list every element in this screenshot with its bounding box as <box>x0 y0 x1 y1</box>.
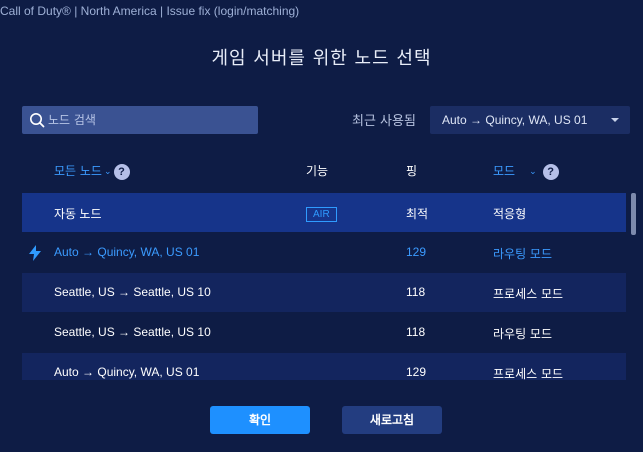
confirm-button[interactable]: 확인 <box>210 406 310 434</box>
row-node: Seattle, US → Seattle, US 10 <box>54 325 211 339</box>
table-row[interactable]: Auto → Quincy, WA, US 01 129 프로세스 모드 <box>22 353 626 380</box>
table-row[interactable]: Seattle, US → Seattle, US 10 118 라우팅 모드 <box>22 313 626 352</box>
row-ping: 118 <box>406 325 426 339</box>
row-node: 자동 노드 <box>54 207 102 221</box>
chevron-down-icon: ⌄ <box>529 166 537 177</box>
row-mode: 적응형 <box>493 207 527 221</box>
caret-down-icon <box>611 118 619 122</box>
row-mode: 라우팅 모드 <box>493 327 553 341</box>
row-mode: 라우팅 모드 <box>493 247 553 261</box>
help-icon[interactable]: ? <box>113 163 130 180</box>
recent-label: 최근 사용됨 <box>352 114 416 129</box>
column-mode-header[interactable]: 모드 ⌄? <box>493 162 559 180</box>
row-ping: 129 <box>406 245 427 259</box>
column-mode-label: 모드 <box>493 164 516 178</box>
row-mode: 프로세스 모드 <box>493 367 564 380</box>
scrollbar[interactable] <box>631 193 636 235</box>
help-icon[interactable]: ? <box>542 163 559 180</box>
recent-dropdown-value: Auto → Quincy, WA, US 01 <box>442 113 588 127</box>
window-title: Call of Duty® | North America | Issue fi… <box>0 4 300 18</box>
row-mode: 프로세스 모드 <box>493 287 564 301</box>
lightning-icon <box>29 245 41 261</box>
table-row-auto-node[interactable]: 자동 노드 AIR 최적 적응형 <box>22 193 626 232</box>
chevron-down-icon: ⌄ <box>103 166 112 177</box>
column-feature-header: 기능 <box>306 164 329 178</box>
column-node-label: 모든 노드 <box>54 164 102 178</box>
recent-dropdown[interactable]: Auto → Quincy, WA, US 01 <box>430 106 630 134</box>
search-input[interactable] <box>48 106 248 134</box>
search-icon <box>30 113 45 128</box>
table-row-active[interactable]: Auto → Quincy, WA, US 01 129 라우팅 모드 <box>22 233 626 272</box>
row-ping: 118 <box>406 285 426 299</box>
page-title: 게임 서버를 위한 노드 선택 <box>211 48 432 69</box>
column-node-header[interactable]: 모든 노드 ⌄? <box>54 162 130 180</box>
row-node: Seattle, US → Seattle, US 10 <box>54 285 211 299</box>
row-ping: 최적 <box>406 207 429 221</box>
column-ping-header: 핑 <box>406 164 418 178</box>
row-node: Auto → Quincy, WA, US 01 <box>54 365 200 379</box>
row-node: Auto → Quincy, WA, US 01 <box>54 245 200 259</box>
air-badge: AIR <box>306 207 337 222</box>
row-ping: 129 <box>406 365 427 379</box>
refresh-button[interactable]: 새로고침 <box>342 406 442 434</box>
search-box[interactable] <box>22 106 258 134</box>
table-row[interactable]: Seattle, US → Seattle, US 10 118 프로세스 모드 <box>22 273 626 312</box>
